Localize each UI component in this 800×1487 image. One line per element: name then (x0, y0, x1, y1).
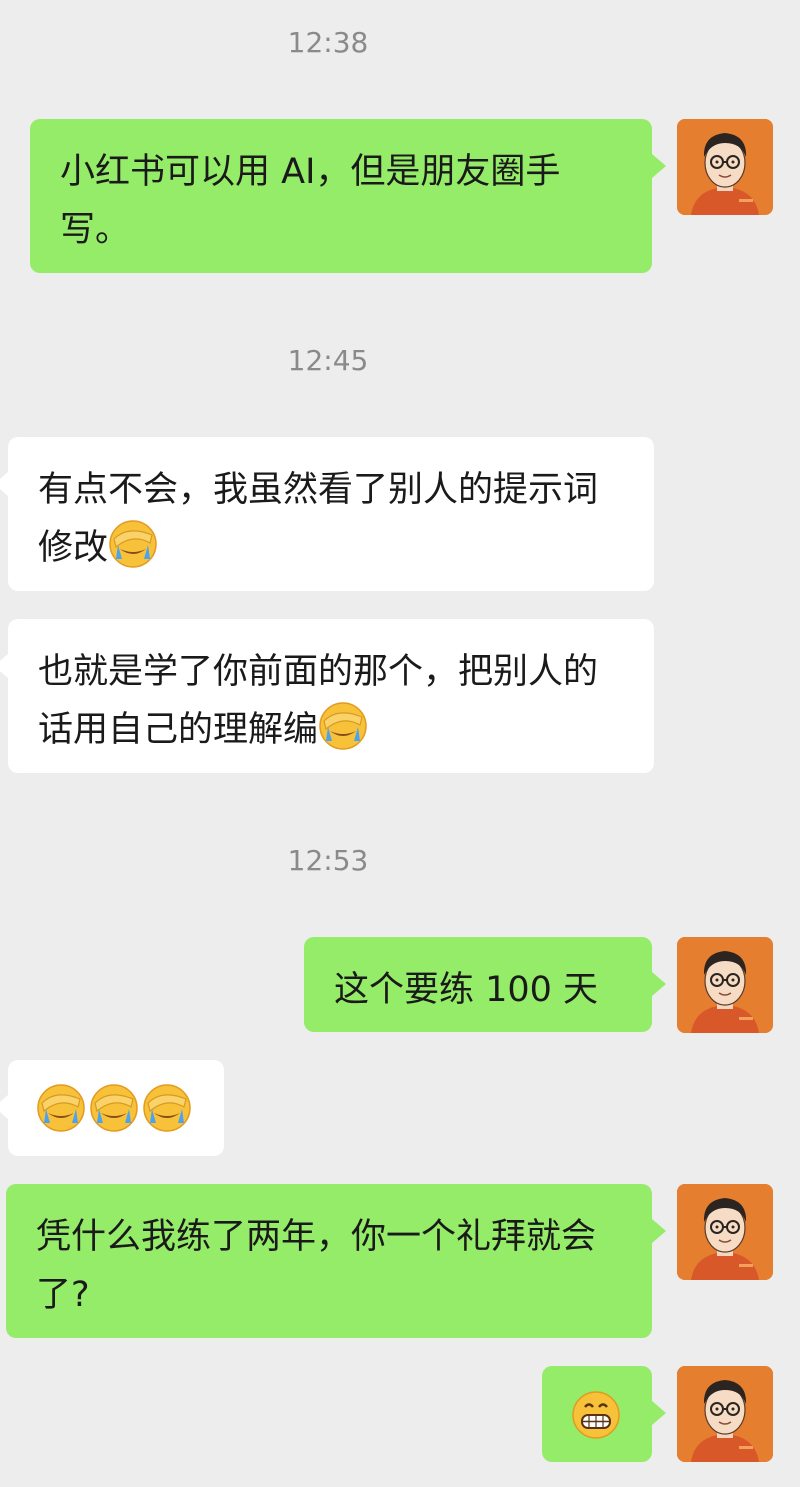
timestamp: 12:53 (287, 844, 369, 877)
my-avatar[interactable] (677, 1184, 773, 1280)
message-bubble-sent[interactable]: 这个要练 100 天 (304, 937, 652, 1032)
message-bubble-received[interactable] (8, 1060, 224, 1156)
facepalm-crying-emoji-icon (108, 519, 158, 569)
grinning-smile-emoji-icon (571, 1390, 621, 1440)
avatar-portrait-icon (677, 119, 773, 215)
message-bubble-sent[interactable] (542, 1366, 652, 1462)
bubble-tail (0, 472, 8, 496)
message-bubble-sent[interactable]: 凭什么我练了两年，你一个礼拜就会了? (6, 1184, 652, 1338)
message-text: 小红书可以用 AI，但是朋友圈手写。 (60, 152, 561, 250)
bubble-tail (652, 972, 666, 996)
my-avatar[interactable] (677, 119, 773, 215)
avatar-portrait-icon (677, 937, 773, 1033)
message-text: 这个要练 100 天 (334, 970, 599, 1010)
facepalm-crying-emoji-icon (318, 701, 368, 751)
my-avatar[interactable] (677, 937, 773, 1033)
bubble-tail (0, 1095, 8, 1119)
message-bubble-sent[interactable]: 小红书可以用 AI，但是朋友圈手写。 (30, 119, 652, 273)
bubble-tail (652, 1219, 666, 1243)
avatar-portrait-icon (677, 1184, 773, 1280)
my-avatar[interactable] (677, 1366, 773, 1462)
timestamp: 12:45 (287, 344, 369, 377)
bubble-tail (652, 154, 666, 178)
facepalm-crying-emoji-icon (89, 1083, 139, 1133)
message-bubble-received[interactable]: 有点不会，我虽然看了别人的提示词修改 (8, 437, 654, 591)
facepalm-crying-emoji-icon (36, 1083, 86, 1133)
facepalm-crying-emoji-icon (142, 1083, 192, 1133)
message-bubble-received[interactable]: 也就是学了你前面的那个，把别人的话用自己的理解编 (8, 619, 654, 773)
bubble-tail (652, 1401, 666, 1425)
timestamp: 12:38 (287, 26, 369, 59)
bubble-tail (0, 654, 8, 678)
message-text: 凭什么我练了两年，你一个礼拜就会了? (36, 1217, 597, 1315)
avatar-portrait-icon (677, 1366, 773, 1462)
